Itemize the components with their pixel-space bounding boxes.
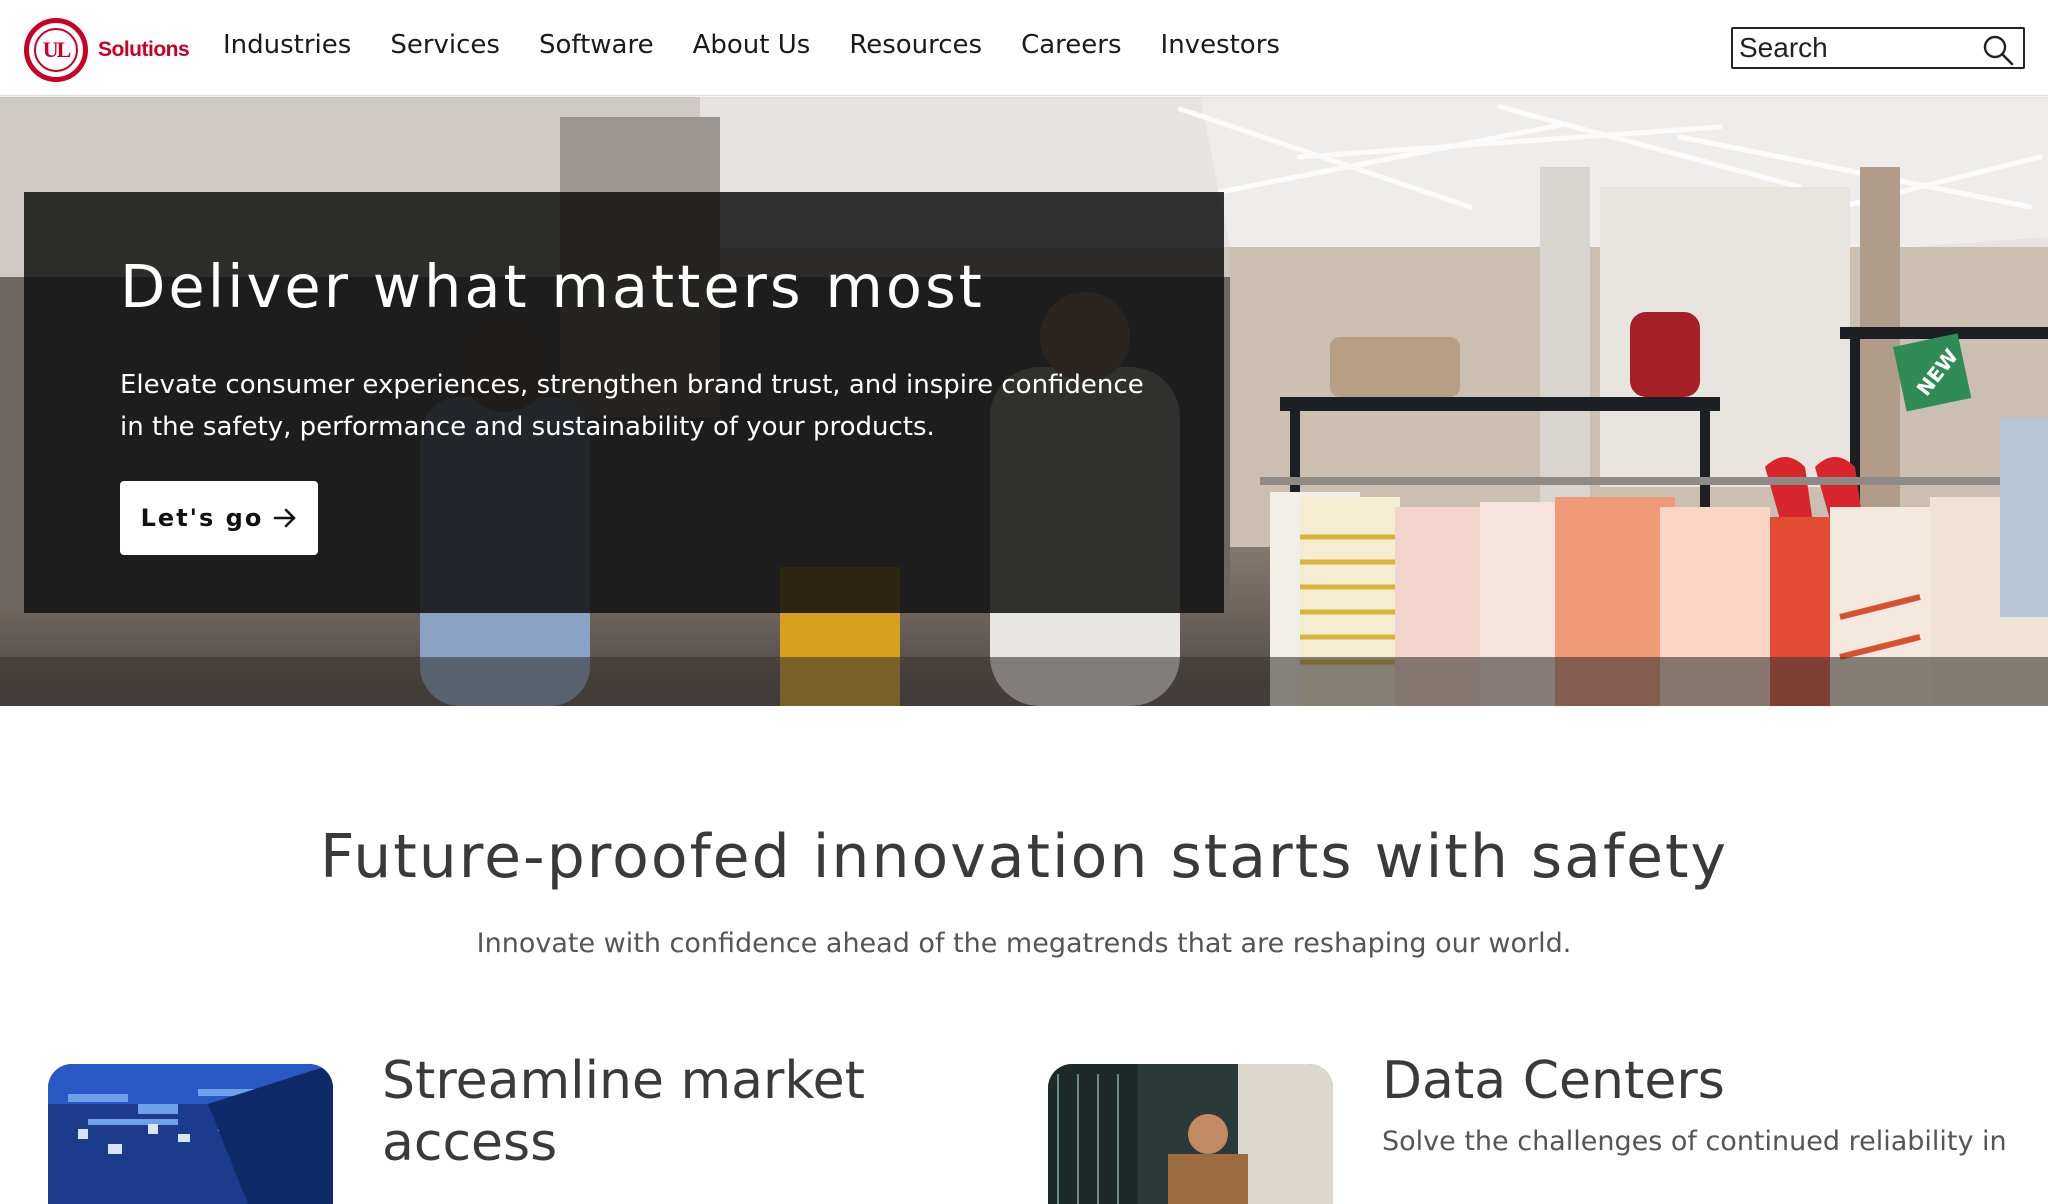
card-market-access-title-line2: access xyxy=(382,1113,558,1173)
hero-subtitle: Elevate consumer experiences, strengthen… xyxy=(120,364,1150,448)
hero-title: Deliver what matters most xyxy=(120,252,985,321)
hero-banner: NEW Deliver what matters most Elevate co… xyxy=(0,97,2048,706)
ul-solutions-logo[interactable]: UL Solutions xyxy=(24,18,190,82)
nav-services[interactable]: Services xyxy=(390,30,500,60)
lets-go-label: Let's go xyxy=(140,504,264,532)
ul-logo-letters: UL xyxy=(34,28,78,72)
arrow-right-icon xyxy=(273,507,297,529)
main-nav: Industries Services Software About Us Re… xyxy=(223,30,1319,60)
hero-subtitle-line2: in the safety, performance and sustainab… xyxy=(120,412,935,442)
section-subtitle: Innovate with confidence ahead of the me… xyxy=(476,928,1572,959)
ul-logo-mark: UL xyxy=(24,18,88,82)
card-data-centers-image[interactable] xyxy=(1048,1064,1333,1204)
nav-careers[interactable]: Careers xyxy=(1021,30,1121,60)
card-market-access[interactable]: Streamline market access xyxy=(0,1050,1000,1204)
nav-investors[interactable]: Investors xyxy=(1161,30,1280,60)
hero-content-panel: Deliver what matters most Elevate consum… xyxy=(24,192,1224,613)
logo-wordmark: Solutions xyxy=(98,38,190,61)
card-market-access-title-line1: Streamline market xyxy=(382,1051,866,1111)
section-title: Future-proofed innovation starts with sa… xyxy=(319,822,1729,892)
card-market-access-image[interactable] xyxy=(48,1064,333,1204)
hero-subtitle-line1: Elevate consumer experiences, strengthen… xyxy=(120,370,1144,400)
card-data-centers-title: Data Centers xyxy=(1382,1051,1725,1111)
card-data-centers-text: Solve the challenges of continued reliab… xyxy=(1382,1126,2007,1157)
card-market-access-title: Streamline market access xyxy=(382,1050,865,1174)
site-header: UL Solutions Industries Services Softwar… xyxy=(0,0,2048,96)
nav-about-us[interactable]: About Us xyxy=(693,30,811,60)
nav-industries[interactable]: Industries xyxy=(223,30,351,60)
card-data-centers[interactable]: Data Centers Solve the challenges of con… xyxy=(1000,1050,2048,1204)
search-button[interactable] xyxy=(1981,33,2015,67)
search-input[interactable] xyxy=(1733,29,1969,67)
nav-software[interactable]: Software xyxy=(539,30,654,60)
search-box xyxy=(1731,27,2025,69)
search-icon xyxy=(1983,35,2014,66)
nav-resources[interactable]: Resources xyxy=(849,30,982,60)
lets-go-button[interactable]: Let's go xyxy=(120,481,318,555)
